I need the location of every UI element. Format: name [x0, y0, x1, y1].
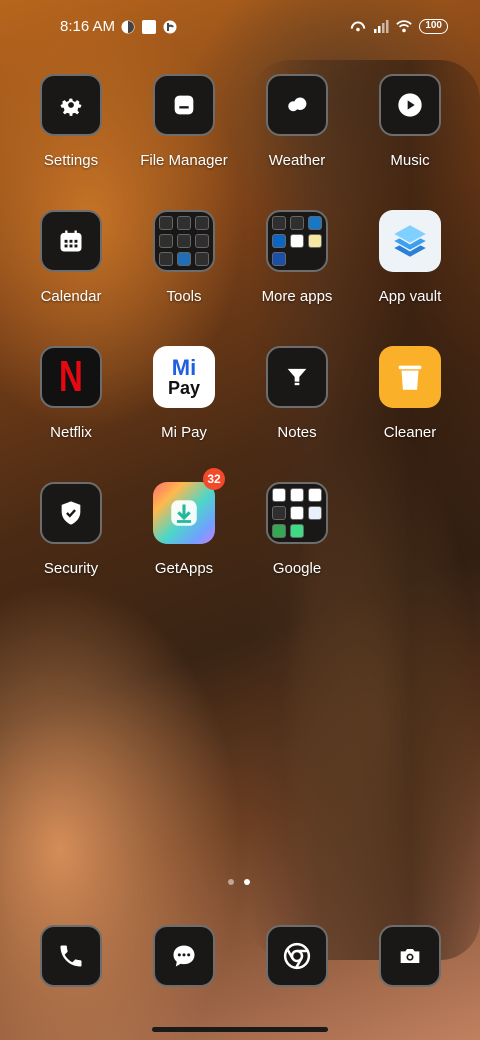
dock-phone[interactable] [15, 925, 127, 987]
folder-app-icon [159, 234, 173, 248]
folder-tools[interactable]: Tools [128, 210, 240, 305]
page-dot-active[interactable] [244, 879, 250, 885]
folder-app-icon [290, 524, 304, 538]
getapps-icon: 32 [153, 468, 225, 544]
page-indicator [228, 879, 250, 885]
messages-icon [153, 925, 215, 987]
dock-camera[interactable] [354, 925, 466, 987]
folder-app-icon [272, 524, 286, 538]
folder-app-icon [290, 234, 304, 248]
folder-app-icon [290, 216, 304, 230]
app-label: Security [43, 560, 99, 577]
app-vault-icon [379, 210, 441, 272]
hotspot-icon [351, 21, 366, 32]
app-label: Music [390, 152, 430, 169]
app-label: More apps [261, 288, 333, 305]
app-label: Notes [277, 424, 317, 441]
wifi-icon [396, 20, 413, 33]
folder-empty-slot [308, 524, 322, 538]
status-bar: 8:16 AM 100 [0, 0, 480, 56]
app-weather[interactable]: Weather [241, 74, 353, 169]
mi-pay-icon: Mi Pay [153, 346, 215, 408]
folder-app-icon [159, 252, 173, 266]
folder-app-icon [159, 216, 173, 230]
notification-square-icon [142, 19, 157, 34]
app-settings[interactable]: Settings [15, 74, 127, 169]
trash-icon [379, 346, 441, 408]
play-icon [379, 74, 441, 136]
mi-pay-glyph-bottom: Pay [167, 378, 201, 398]
app-label: Tools [166, 288, 202, 305]
app-label: Calendar [40, 288, 102, 305]
phone-icon [40, 925, 102, 987]
app-label: Mi Pay [161, 424, 207, 441]
folder-app-icon [272, 252, 286, 266]
app-label: Weather [268, 152, 326, 169]
folder-more-apps[interactable]: More apps [241, 210, 353, 305]
dock-chrome[interactable] [241, 925, 353, 987]
folder-app-icon [308, 488, 322, 502]
folder-app-icon [272, 506, 286, 520]
folder-app-icon [290, 488, 304, 502]
folder-app-icon [272, 216, 286, 230]
app-security[interactable]: Security [15, 482, 127, 577]
data-saver-icon [121, 20, 135, 33]
notification-badge: 32 [203, 468, 225, 490]
mi-pay-glyph-top: Mi [171, 355, 197, 380]
folder-app-icon [272, 234, 286, 248]
app-label: Google [272, 560, 322, 577]
app-label: File Manager [140, 152, 228, 169]
app-label: GetApps [154, 560, 214, 577]
netflix-glyph: N [59, 352, 83, 401]
folder-empty-slot [308, 252, 322, 266]
app-label: Settings [43, 152, 99, 169]
shield-icon [40, 482, 102, 544]
folder-app-icon [308, 234, 322, 248]
camera-icon [379, 925, 441, 987]
calendar-icon [40, 210, 102, 272]
more-apps-folder-icon [266, 210, 328, 272]
app-label: Cleaner [383, 424, 437, 441]
folder-app-icon [195, 252, 209, 266]
app-file-manager[interactable]: File Manager [128, 74, 240, 169]
app-label: Netflix [50, 424, 92, 441]
dock-messages[interactable] [128, 925, 240, 987]
app-music[interactable]: Music [354, 74, 466, 169]
app-label: App vault [378, 288, 442, 305]
netflix-icon: N [40, 346, 102, 408]
app-notes[interactable]: Notes [241, 346, 353, 441]
vpn-icon [163, 20, 177, 33]
app-getapps[interactable]: 32 GetApps [128, 468, 240, 577]
app-mi-pay[interactable]: Mi Pay Mi Pay [128, 346, 240, 441]
notes-icon [266, 346, 328, 408]
page-dot[interactable] [228, 879, 234, 885]
gesture-navigation-handle[interactable] [152, 1027, 328, 1032]
folder-app-icon [195, 216, 209, 230]
folder-app-icon [290, 506, 304, 520]
folder-empty-slot [290, 252, 304, 266]
signal-icon [374, 20, 389, 33]
cloud-icon [266, 74, 328, 136]
google-folder-icon [266, 482, 328, 544]
folder-app-icon [308, 216, 322, 230]
folder-google[interactable]: Google [241, 482, 353, 577]
clock: 8:16 AM [60, 18, 116, 35]
app-netflix[interactable]: N Netflix [15, 346, 127, 441]
folder-app-icon [195, 234, 209, 248]
gear-icon [40, 74, 102, 136]
folder-app-icon [177, 252, 191, 266]
folder-app-icon [272, 488, 286, 502]
app-app-vault[interactable]: App vault [354, 210, 466, 305]
app-calendar[interactable]: Calendar [15, 210, 127, 305]
battery-indicator: 100 [419, 18, 448, 34]
folder-app-icon [177, 216, 191, 230]
app-cleaner[interactable]: Cleaner [354, 346, 466, 441]
folder-icon [153, 74, 215, 136]
folder-app-icon [308, 506, 322, 520]
chrome-icon [266, 925, 328, 987]
folder-app-icon [177, 234, 191, 248]
tools-folder-icon [153, 210, 215, 272]
